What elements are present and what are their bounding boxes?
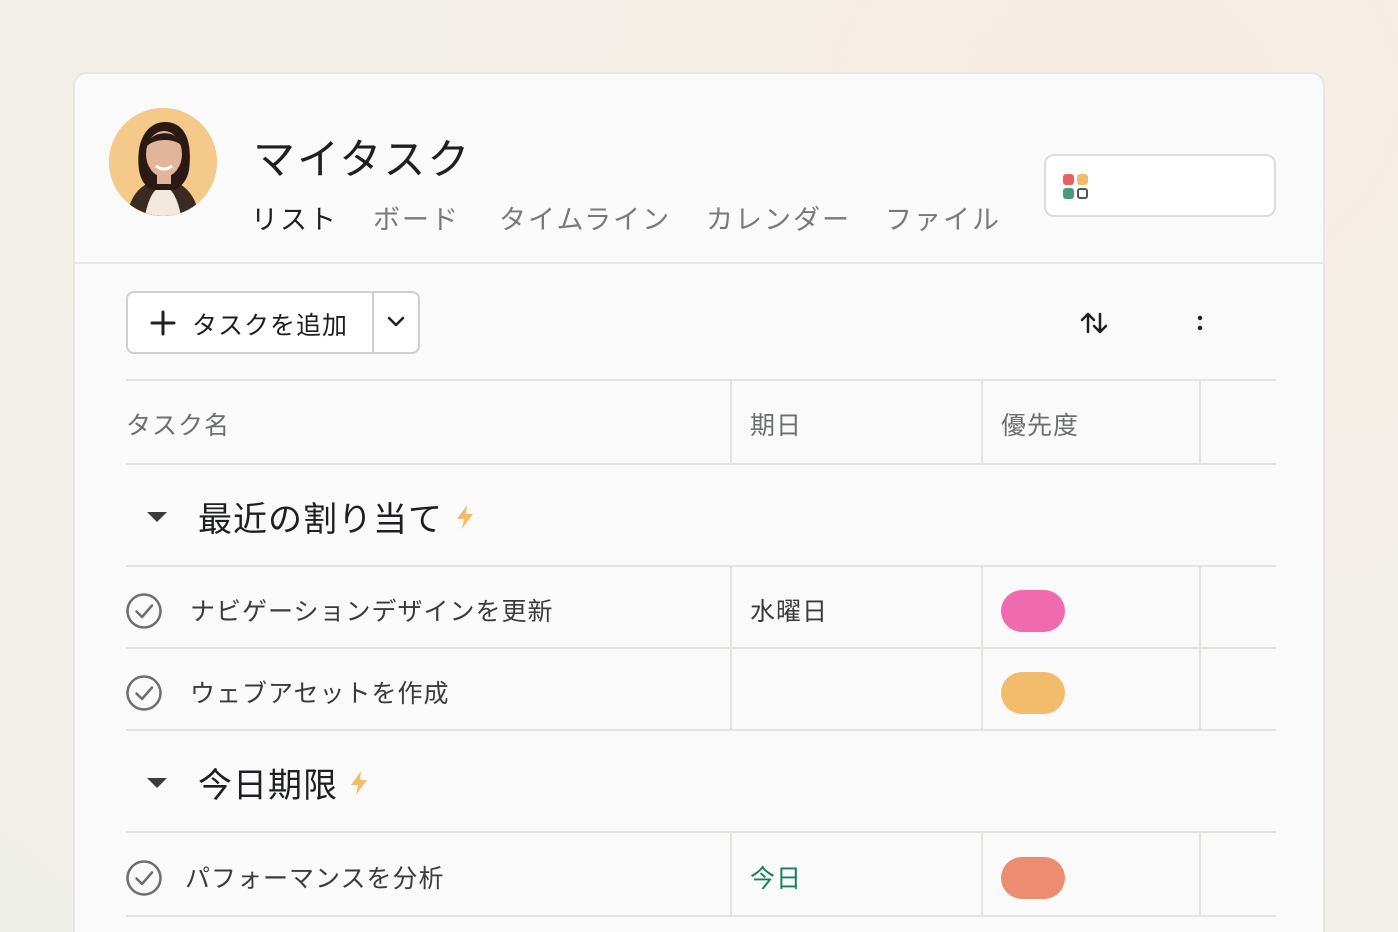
add-task-split-button: タスクを追加 bbox=[126, 291, 420, 354]
column-divider bbox=[1199, 567, 1201, 647]
column-divider bbox=[1199, 649, 1201, 729]
add-task-label: タスクを追加 bbox=[192, 311, 349, 340]
add-task-dropdown-button[interactable] bbox=[374, 293, 418, 352]
column-divider bbox=[981, 381, 983, 463]
apps-button[interactable] bbox=[1044, 154, 1276, 217]
table-top-border bbox=[126, 379, 1276, 381]
column-header-task-name[interactable]: タスク名 bbox=[126, 406, 230, 442]
row-divider bbox=[126, 647, 1276, 649]
tab-list[interactable]: リスト bbox=[251, 198, 339, 264]
caret-down-icon[interactable] bbox=[146, 776, 168, 790]
task-name[interactable]: パフォーマンスを分析 bbox=[185, 859, 445, 895]
tab-files[interactable]: ファイル bbox=[885, 198, 1001, 264]
lightning-icon bbox=[457, 505, 473, 529]
column-divider bbox=[981, 567, 983, 647]
task-name[interactable]: ウェブアセットを作成 bbox=[190, 674, 450, 710]
priority-pill[interactable] bbox=[1001, 672, 1065, 714]
complete-checkbox-icon[interactable] bbox=[125, 592, 163, 630]
column-divider bbox=[1199, 381, 1201, 463]
page-title: マイタスク bbox=[253, 135, 472, 184]
task-due-date[interactable]: 水曜日 bbox=[750, 592, 828, 628]
plus-icon bbox=[150, 310, 176, 336]
caret-down-icon[interactable] bbox=[146, 510, 168, 524]
lightning-icon bbox=[351, 771, 367, 795]
tab-board[interactable]: ボード bbox=[373, 198, 460, 264]
column-divider bbox=[730, 381, 732, 463]
header-bottom-border bbox=[126, 463, 1276, 465]
column-divider bbox=[730, 833, 732, 915]
add-task-button[interactable]: タスクを追加 bbox=[128, 293, 372, 352]
task-due-date[interactable]: 今日 bbox=[750, 859, 802, 895]
column-header-due-date[interactable]: 期日 bbox=[750, 406, 802, 442]
task-name[interactable]: ナビゲーションデザインを更新 bbox=[190, 592, 554, 628]
priority-pill[interactable] bbox=[1001, 590, 1065, 632]
column-divider bbox=[981, 833, 983, 915]
tab-calendar[interactable]: カレンダー bbox=[706, 198, 851, 264]
section-divider bbox=[126, 565, 1276, 567]
sort-icon[interactable] bbox=[1079, 310, 1109, 336]
column-divider bbox=[981, 649, 983, 729]
chevron-down-icon bbox=[387, 316, 405, 327]
my-tasks-panel: マイタスク リスト ボード タイムライン カレンダー ファイル タスクを追加 タ… bbox=[73, 72, 1325, 932]
more-options-icon[interactable] bbox=[1189, 310, 1211, 336]
header-divider bbox=[75, 262, 1323, 264]
complete-checkbox-icon[interactable] bbox=[125, 859, 163, 897]
complete-checkbox-icon[interactable] bbox=[125, 674, 163, 712]
priority-pill[interactable] bbox=[1001, 857, 1065, 899]
section-title-due-today[interactable]: 今日期限 bbox=[198, 758, 338, 807]
column-header-priority[interactable]: 優先度 bbox=[1001, 406, 1079, 442]
row-divider bbox=[126, 729, 1276, 731]
apps-icon bbox=[1063, 174, 1088, 199]
tab-timeline[interactable]: タイムライン bbox=[499, 198, 671, 264]
user-avatar[interactable] bbox=[109, 108, 217, 216]
row-divider bbox=[126, 915, 1276, 917]
section-title-recent[interactable]: 最近の割り当て bbox=[198, 492, 443, 541]
section-divider bbox=[126, 831, 1276, 833]
column-divider bbox=[730, 649, 732, 729]
column-divider bbox=[1199, 833, 1201, 915]
column-divider bbox=[730, 567, 732, 647]
